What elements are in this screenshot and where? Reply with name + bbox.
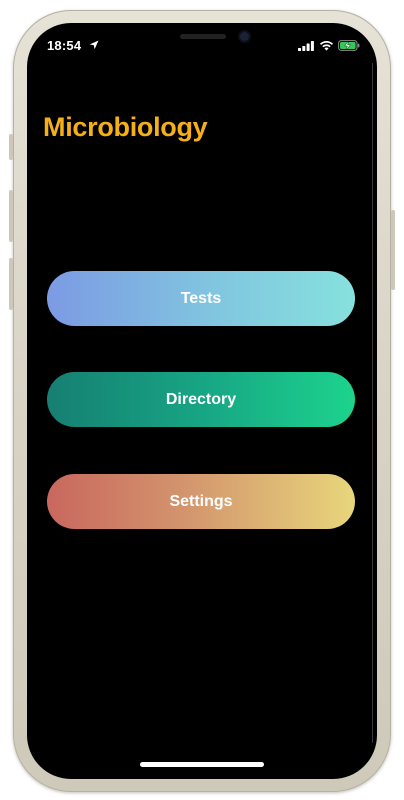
page-title: Microbiology (43, 112, 208, 142)
location-arrow-icon (89, 40, 99, 50)
settings-button-label: Settings (169, 492, 233, 510)
settings-button[interactable]: Settings (47, 474, 355, 529)
battery-charging-icon (338, 40, 360, 51)
status-time: 18:54 (47, 38, 82, 53)
page: 18:54 Microbiology Tests Directory Setti… (0, 0, 404, 800)
home-indicator[interactable] (140, 762, 264, 767)
screen-edge-line (372, 63, 373, 743)
directory-button[interactable]: Directory (47, 372, 355, 427)
tests-button[interactable]: Tests (47, 271, 355, 326)
status-bar: 18:54 (27, 37, 377, 55)
directory-button-label: Directory (165, 390, 237, 408)
screen: 18:54 Microbiology Tests Directory Setti… (27, 23, 377, 779)
tests-button-label: Tests (180, 289, 222, 307)
wifi-icon (319, 41, 334, 51)
silent-switch (9, 134, 13, 160)
volume-up-button (9, 190, 13, 242)
volume-down-button (9, 258, 13, 310)
cellular-signal-icon (298, 41, 314, 51)
power-button (391, 210, 395, 290)
